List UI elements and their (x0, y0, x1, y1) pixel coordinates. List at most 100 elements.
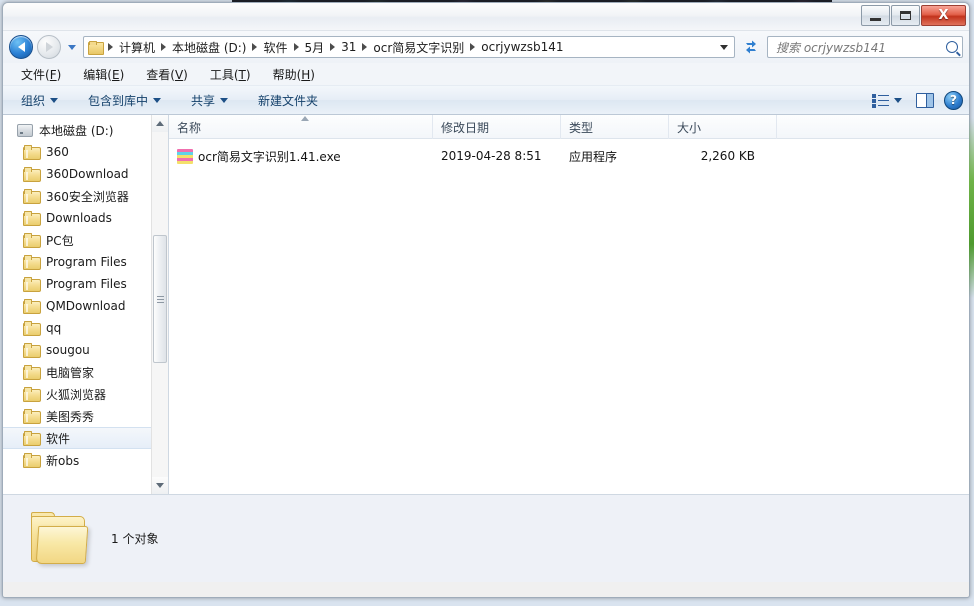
file-list-pane[interactable]: 名称 修改日期 类型 大小 ocr简易文字识别1.41.exe 2019-04-… (169, 115, 969, 494)
column-header-date-label: 修改日期 (441, 120, 490, 135)
tree-item-14[interactable]: 新obs (3, 449, 151, 471)
grip-icon (156, 295, 164, 303)
breadcrumb-dropdown-button[interactable] (716, 38, 732, 56)
search-icon (946, 41, 958, 53)
menu-item-1[interactable]: 编辑(E) (79, 65, 128, 84)
share-label: 共享 (191, 93, 216, 108)
change-view-button[interactable] (868, 90, 906, 111)
folder-front-icon (35, 525, 89, 564)
folder-icon (23, 387, 41, 402)
file-date-cell: 2019-04-28 8:51 (441, 149, 542, 163)
breadcrumb[interactable]: 计算机 本地磁盘 (D:) 软件 5月 31 ocr简易文字识别 ocrjywz… (83, 36, 735, 58)
file-name-cell[interactable]: ocr简易文字识别1.41.exe (169, 148, 433, 165)
breadcrumb-item-1[interactable]: 本地磁盘 (D:) (169, 37, 249, 58)
search-box[interactable]: 搜索 ocrjywzsb141 (767, 36, 963, 58)
tree-item-label: 新obs (46, 453, 80, 468)
arrow-left-icon (17, 42, 25, 52)
tree-item-7[interactable]: QMDownload (3, 295, 151, 317)
tree-item-6[interactable]: Program Files (3, 273, 151, 295)
folder-icon (23, 145, 41, 160)
minimize-button[interactable] (861, 5, 890, 26)
title-bar: X (3, 3, 969, 31)
breadcrumb-item-0[interactable]: 计算机 (116, 37, 158, 58)
file-name-label: ocr简易文字识别1.41.exe (198, 149, 341, 164)
menu-item-0[interactable]: 文件(F) (17, 65, 65, 84)
column-header-name[interactable]: 名称 (169, 115, 433, 139)
folder-icon (23, 431, 41, 446)
include-in-library-button[interactable]: 包含到库中 (84, 89, 165, 112)
breadcrumb-item-2[interactable]: 软件 (260, 37, 290, 58)
tree-item-4[interactable]: PC包 (3, 229, 151, 251)
file-type-cell: 应用程序 (569, 149, 618, 164)
folder-tree: 本地磁盘 (D:) 360 360Download 360安全浏览器 Downloads… (3, 115, 151, 494)
breadcrumb-item-3[interactable]: 5月 (302, 37, 328, 58)
new-folder-button[interactable]: 新建文件夹 (254, 89, 322, 112)
column-header-type[interactable]: 类型 (561, 115, 669, 139)
breadcrumb-item-6[interactable]: ocrjywzsb141 (478, 38, 566, 56)
table-row[interactable]: ocr简易文字识别1.41.exe 2019-04-28 8:51 应用程序 2… (169, 145, 969, 167)
tree-item-label: QMDownload (46, 299, 126, 313)
search-input[interactable]: 搜索 ocrjywzsb141 (776, 39, 946, 56)
status-bar: 1 个对象 (3, 494, 969, 582)
close-button[interactable]: X (921, 5, 966, 26)
minimize-icon (870, 17, 881, 21)
preview-pane-button[interactable] (916, 92, 934, 108)
tree-item-9[interactable]: sougou (3, 339, 151, 361)
breadcrumb-item-5[interactable]: ocr简易文字识别 (370, 37, 467, 58)
column-header-size[interactable]: 大小 (669, 115, 777, 139)
scrollbar-thumb[interactable] (153, 235, 167, 363)
refresh-button[interactable] (739, 36, 763, 58)
tree-item-10[interactable]: 电脑管家 (3, 361, 151, 383)
recent-locations-button[interactable] (65, 37, 79, 57)
scroll-down-button[interactable] (152, 477, 168, 494)
sort-ascending-icon (300, 116, 309, 121)
tree-item-3[interactable]: Downloads (3, 207, 151, 229)
menu-item-4[interactable]: 帮助(H) (269, 65, 319, 84)
tree-item-2[interactable]: 360安全浏览器 (3, 185, 151, 207)
help-button[interactable]: ? (944, 90, 963, 110)
share-button[interactable]: 共享 (187, 89, 232, 112)
scroll-up-icon (156, 121, 164, 126)
tree-item-0[interactable]: 360 (3, 141, 151, 163)
column-header-size-label: 大小 (677, 120, 702, 135)
chevron-down-icon (894, 97, 902, 103)
tree-item-drive[interactable]: 本地磁盘 (D:) (3, 119, 151, 141)
back-button[interactable] (9, 35, 33, 59)
tree-item-5[interactable]: Program Files (3, 251, 151, 273)
tree-item-11[interactable]: 火狐浏览器 (3, 383, 151, 405)
forward-button[interactable] (37, 35, 61, 59)
breadcrumb-separator-icon (470, 43, 476, 51)
menu-item-2[interactable]: 查看(V) (142, 65, 192, 84)
folder-icon (23, 299, 41, 314)
tree-item-label: 美图秀秀 (46, 409, 95, 424)
new-folder-label: 新建文件夹 (258, 93, 319, 108)
menu-item-3[interactable]: 工具(T) (206, 65, 255, 84)
folder-icon (23, 189, 41, 204)
maximize-button[interactable] (891, 5, 920, 26)
tree-item-1[interactable]: 360Download (3, 163, 151, 185)
folder-icon (23, 255, 41, 270)
column-header-name-label: 名称 (177, 120, 202, 135)
tree-item-13[interactable]: 软件 (3, 427, 151, 449)
views-list-icon (872, 93, 889, 108)
tree-item-12[interactable]: 美图秀秀 (3, 405, 151, 427)
tree-item-label: PC包 (46, 233, 74, 248)
tree-item-label: 360安全浏览器 (46, 189, 129, 204)
chevron-down-icon (220, 97, 229, 103)
tree-item-label: 电脑管家 (46, 365, 95, 380)
folder-icon (23, 321, 41, 336)
drive-icon (17, 123, 33, 137)
organize-button[interactable]: 组织 (17, 89, 62, 112)
breadcrumb-item-4[interactable]: 31 (338, 38, 359, 56)
folder-icon (23, 167, 41, 182)
nav-pane-scrollbar[interactable] (151, 115, 168, 494)
help-icon: ? (950, 93, 957, 107)
maximize-icon (900, 11, 911, 20)
tree-item-8[interactable]: qq (3, 317, 151, 339)
item-count-label: 1 个对象 (111, 532, 159, 546)
address-bar-row: 计算机 本地磁盘 (D:) 软件 5月 31 ocr简易文字识别 ocrjywz… (3, 31, 969, 63)
scroll-up-button[interactable] (152, 115, 168, 132)
chevron-down-icon (68, 44, 76, 50)
tree-item-label: 360 (46, 145, 69, 159)
column-header-date[interactable]: 修改日期 (433, 115, 561, 139)
